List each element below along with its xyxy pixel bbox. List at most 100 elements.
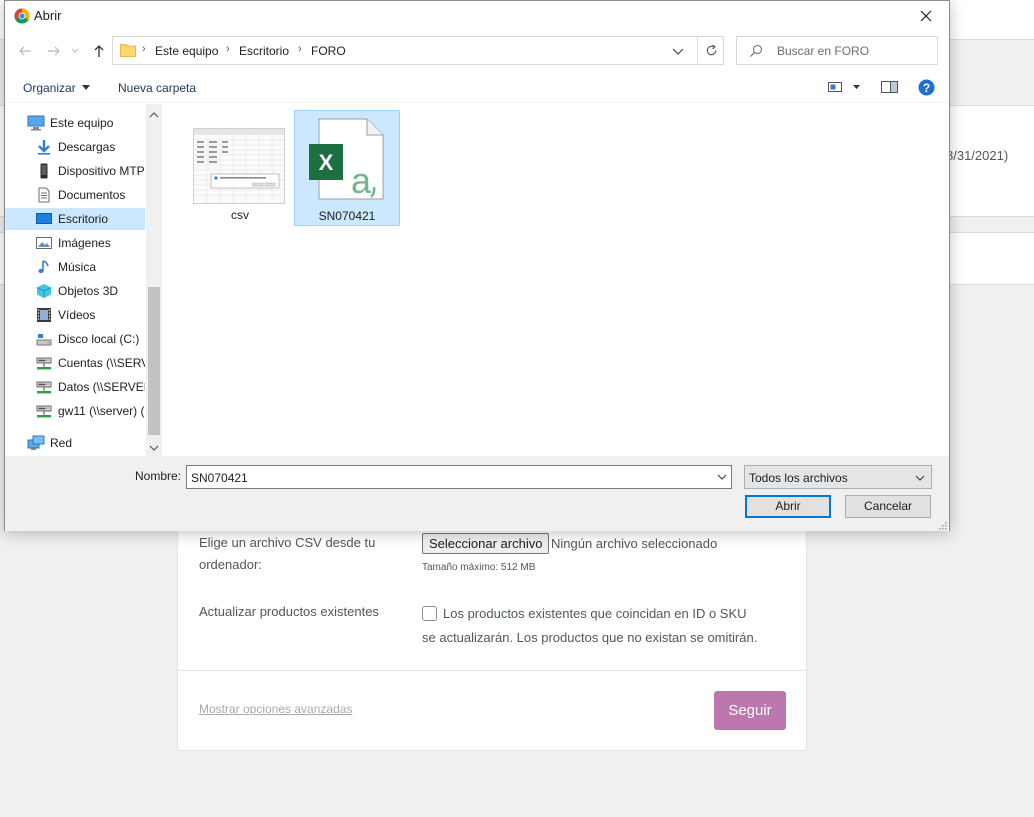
organize-menu[interactable]: Organizar (23, 81, 90, 95)
breadcrumb-escritorio[interactable]: Escritorio (239, 44, 289, 58)
navigation-pane: Este equipo Descargas Dispositivo MTP Docum… (5, 104, 145, 456)
dialog-bottom-panel: Nombre: SN070421 Todos los archivos Abri… (5, 456, 949, 531)
chevron-down-icon (71, 48, 79, 53)
up-button[interactable] (89, 41, 109, 61)
network-icon (27, 435, 45, 451)
pictures-icon (36, 235, 52, 251)
file-name-value: SN070421 (191, 471, 248, 485)
search-input[interactable]: Buscar en FORO (777, 44, 869, 58)
downloads-icon (36, 139, 52, 155)
max-size-hint: Tamaño máximo: 512 MB (422, 562, 536, 573)
address-bar[interactable]: › Este equipo › Escritorio › FORO (112, 36, 724, 65)
sidebar-item-6[interactable]: Imágenes (5, 232, 145, 254)
file-name-history-dropdown[interactable] (716, 471, 728, 483)
file-status-text: Ningún archivo seleccionado (551, 536, 718, 551)
notice-date-text: 8/31/2021) (946, 148, 1009, 163)
file-item-csv[interactable]: csv (187, 110, 293, 226)
back-button[interactable] (15, 41, 35, 61)
select-file-button[interactable]: Seleccionar archivo (422, 533, 550, 554)
sidebar-item-label: Este equipo (50, 116, 114, 130)
sidebar-item-4[interactable]: Documentos (5, 184, 145, 206)
arrow-left-icon (19, 46, 31, 56)
update-existing-label: Actualizar productos existentes (199, 604, 379, 619)
svg-text:a: a (351, 160, 372, 201)
change-view-button[interactable] (828, 80, 864, 97)
refresh-button[interactable] (697, 37, 724, 64)
arrow-right-icon (48, 46, 60, 56)
upload-label-line2: ordenador: (199, 557, 262, 572)
address-history-dropdown[interactable] (670, 43, 686, 59)
sidebar-item-label: Datos (\\SERVER (58, 380, 145, 394)
sidebar-item-5[interactable]: Escritorio (5, 208, 145, 230)
sidebar-item-11[interactable]: Cuentas (\\SERVER (5, 352, 145, 374)
file-type-select[interactable]: Todos los archivos (744, 465, 932, 489)
forward-button[interactable] (44, 41, 64, 61)
import-card: Elige un archivo CSV desde tu ordenador:… (177, 515, 807, 751)
chevron-down-icon (672, 48, 684, 55)
recent-locations-button[interactable] (68, 41, 82, 61)
network-drive-icon (36, 355, 52, 371)
preview-pane-icon (881, 81, 898, 93)
arrow-up-icon (94, 45, 104, 57)
sidebar-item-3[interactable]: Dispositivo MTP (5, 160, 145, 182)
view-options-icon (828, 82, 860, 92)
sidebar-item-2[interactable]: Descargas (5, 136, 145, 158)
sidebar-item-label: Red (50, 436, 73, 450)
sidebar-item-14[interactable]: Red (5, 432, 145, 454)
sidebar-item-label: Cuentas (\\SERVER (58, 356, 145, 370)
image-thumbnail-icon (193, 128, 285, 207)
file-item-sn070421[interactable]: X a SN070421 (294, 110, 400, 226)
sidebar-item-label: Disco local (C:) (58, 332, 140, 346)
file-name-csv: csv (231, 208, 249, 222)
continue-button[interactable]: Seguir (714, 691, 786, 730)
sidebar-item-8[interactable]: Objetos 3D (5, 280, 145, 302)
music-icon (36, 259, 52, 275)
sidebar-item-13[interactable]: gw11 (\\server) ( (5, 400, 145, 422)
organize-label: Organizar (23, 81, 76, 95)
sidebar-item-label: Documentos (58, 188, 126, 202)
update-existing-checkbox[interactable] (422, 606, 437, 621)
open-button[interactable]: Abrir (745, 495, 831, 518)
resize-grip-icon[interactable] (937, 519, 947, 530)
open-file-dialog: Abrir › Este equipo › Escritorio › FORO (4, 0, 950, 531)
breadcrumb-separator-icon: › (142, 43, 146, 55)
help-button[interactable]: ? (918, 79, 935, 99)
drive-icon (36, 331, 52, 347)
close-icon (920, 10, 932, 22)
network-drive-icon (36, 403, 52, 419)
network-drive-icon (36, 379, 52, 395)
sidebar-item-12[interactable]: Datos (\\SERVER (5, 376, 145, 398)
search-icon (749, 44, 763, 58)
card-divider (178, 670, 806, 671)
sidebar-item-1[interactable]: Este equipo (5, 112, 145, 134)
sidebar-item-9[interactable]: Vídeos (5, 304, 145, 326)
cancel-button[interactable]: Cancelar (845, 495, 931, 518)
sidebar-item-10[interactable]: Disco local (C:) (5, 328, 145, 350)
file-name-input[interactable]: SN070421 (186, 465, 732, 489)
chevron-down-icon (915, 472, 925, 482)
scrollbar-thumb[interactable] (148, 287, 160, 435)
sidebar-item-7[interactable]: Música (5, 256, 145, 278)
preview-pane-button[interactable] (881, 80, 899, 97)
dialog-toolbar: Organizar Nueva carpeta ? (5, 73, 949, 103)
breadcrumb-foro[interactable]: FORO (311, 44, 346, 58)
advanced-options-link[interactable]: Mostrar opciones avanzadas (199, 702, 352, 716)
scroll-up-icon[interactable] (149, 109, 159, 119)
close-button[interactable] (903, 1, 949, 31)
breadcrumb-este-equipo[interactable]: Este equipo (155, 44, 218, 58)
sidebar-item-label: Descargas (58, 140, 116, 154)
chevron-down-icon (717, 474, 727, 480)
navigation-row: › Este equipo › Escritorio › FORO Buscar… (5, 35, 949, 67)
sidebar-item-label: Objetos 3D (58, 284, 119, 298)
new-folder-button[interactable]: Nueva carpeta (118, 81, 196, 95)
breadcrumb-separator-icon: › (226, 43, 230, 55)
scroll-down-icon[interactable] (149, 442, 159, 452)
3d-objects-icon (36, 283, 52, 299)
svg-text:?: ? (923, 81, 930, 95)
phone-icon (36, 163, 52, 179)
folder-icon (120, 43, 136, 57)
search-box[interactable]: Buscar en FORO (736, 36, 938, 65)
dialog-titlebar: Abrir (5, 1, 949, 31)
file-list: csv X a SN070421 (162, 104, 949, 456)
navigation-pane-scrollbar[interactable] (146, 104, 162, 456)
